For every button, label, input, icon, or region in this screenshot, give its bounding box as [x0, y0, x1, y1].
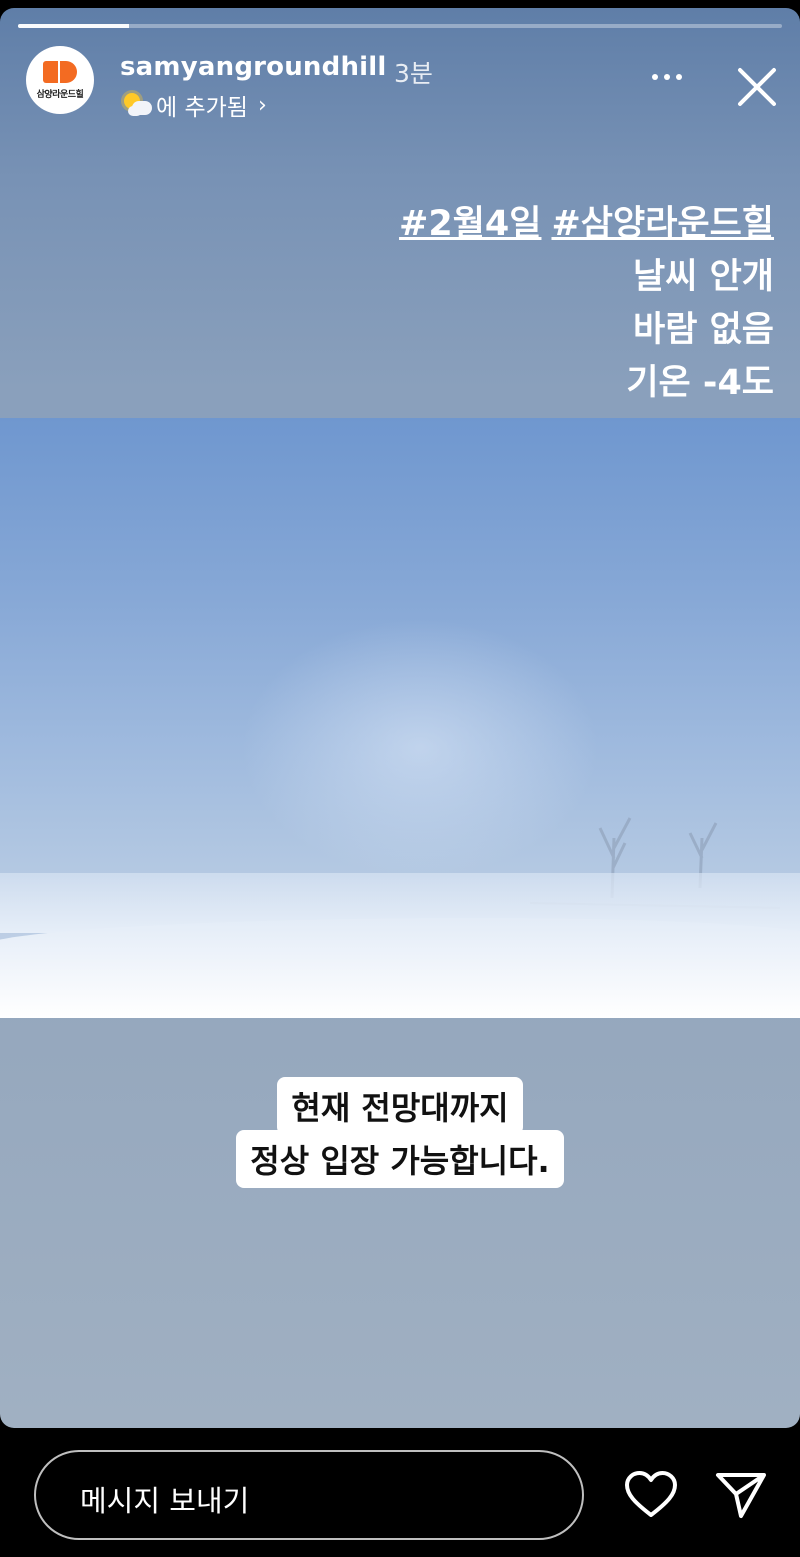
- close-icon[interactable]: [734, 64, 780, 110]
- chevron-right-icon: ›: [257, 92, 267, 118]
- samyang-logo-icon: [43, 60, 77, 83]
- more-options-icon[interactable]: [652, 74, 682, 80]
- story-progress-fill: [18, 24, 129, 28]
- message-placeholder: 메시지 보내기: [80, 1484, 250, 1518]
- text-sticker-line-2: 정상 입장 가능합니다.: [0, 1130, 800, 1188]
- send-icon[interactable]: [714, 1470, 768, 1520]
- avatar[interactable]: 삼양라운드힐: [26, 46, 94, 114]
- story-time: 3분: [394, 59, 433, 88]
- story-progress-bar: [18, 24, 782, 28]
- story-frame[interactable]: 삼양라운드힐 samyangroundhill 3분 에 추가됨 › #2월4일…: [0, 8, 800, 1428]
- hashtag-date[interactable]: #2월4일: [399, 204, 541, 244]
- caption-wind: 바람 없음: [633, 310, 774, 350]
- send-message-input[interactable]: 메시지 보내기: [34, 1450, 584, 1540]
- text-sticker-line-1: 현재 전망대까지: [0, 1077, 800, 1135]
- heart-icon[interactable]: [624, 1470, 678, 1520]
- avatar-label: 삼양라운드힐: [36, 89, 84, 100]
- username[interactable]: samyangroundhill: [120, 52, 387, 82]
- caption-temperature: 기온 -4도: [626, 363, 774, 403]
- story-viewer: 삼양라운드힐 samyangroundhill 3분 에 추가됨 › #2월4일…: [0, 0, 800, 1557]
- sun-behind-cloud-icon: [122, 91, 154, 119]
- foggy-snow-photo: [0, 418, 800, 1018]
- story-caption: #2월4일 #삼양라운드힐 날씨 안개 바람 없음 기온 -4도: [399, 198, 774, 410]
- added-to-label: 에 추가됨: [156, 95, 248, 121]
- added-to-highlight-link[interactable]: 에 추가됨 ›: [122, 88, 267, 122]
- caption-weather: 날씨 안개: [633, 257, 774, 297]
- hashtag-place[interactable]: #삼양라운드힐: [551, 204, 774, 244]
